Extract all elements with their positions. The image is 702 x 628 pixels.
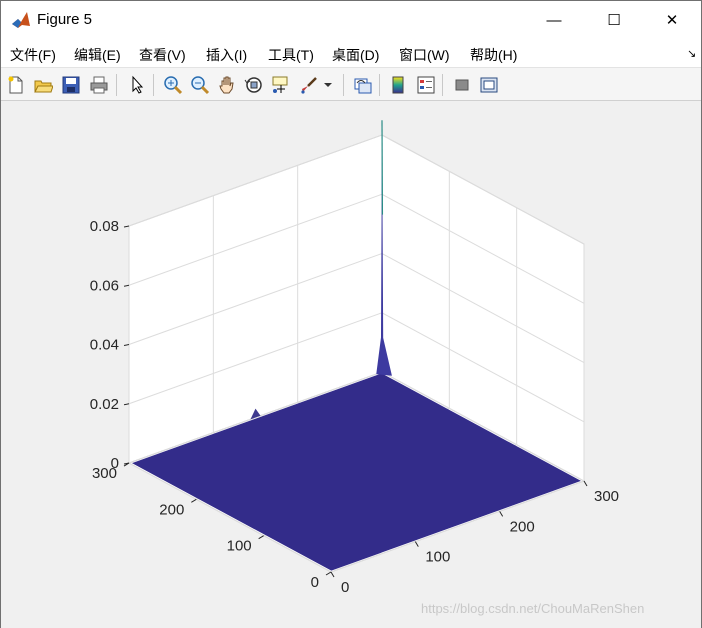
figure-toolbar — [1, 67, 701, 101]
menu-insert[interactable]: 插入(I) — [206, 45, 247, 65]
new-figure-icon — [8, 76, 23, 94]
x-tick-label: 200 — [510, 518, 535, 535]
hide-plot-tools-button[interactable] — [450, 73, 474, 97]
x-tick — [330, 571, 335, 578]
link-plot-icon — [354, 78, 372, 94]
pan-icon — [219, 76, 234, 94]
y-tick-label: 0 — [311, 574, 319, 591]
menu-help[interactable]: 帮助(H) — [470, 45, 517, 65]
title-bar[interactable]: Figure 5 — ☐ ✕ — [1, 1, 701, 39]
x-tick-label: 100 — [425, 549, 450, 566]
zoom-out-icon — [191, 76, 210, 95]
print-button[interactable] — [87, 73, 111, 97]
x-tick — [414, 541, 419, 547]
toolbar-separator — [442, 74, 443, 96]
zoom-in-button[interactable] — [161, 73, 185, 97]
show-plot-tools-button[interactable] — [477, 73, 501, 97]
x-tick-label: 300 — [594, 488, 619, 505]
colorbar-icon — [392, 76, 404, 94]
pointer-icon — [132, 75, 144, 94]
menu-file[interactable]: 文件(F) — [10, 45, 56, 65]
minimize-icon: — — [546, 11, 562, 29]
menu-edit[interactable]: 编辑(E) — [74, 45, 121, 65]
menu-desktop[interactable]: 桌面(D) — [332, 45, 379, 65]
hide-plot-tools-icon — [455, 79, 469, 91]
x-tick — [583, 480, 588, 487]
legend-icon — [417, 76, 435, 94]
matlab-icon — [11, 10, 31, 30]
close-icon: ✕ — [665, 12, 679, 29]
toolbar-separator — [153, 74, 154, 96]
menu-overflow-icon[interactable]: ↘ — [687, 47, 696, 60]
menu-tools[interactable]: 工具(T) — [268, 45, 314, 65]
z-tick-label: 0.04 — [90, 337, 119, 354]
x-tick — [499, 511, 504, 517]
brush-dropdown[interactable] — [321, 73, 335, 97]
z-tick-label: 0.06 — [90, 277, 119, 294]
save-button[interactable] — [59, 73, 83, 97]
rotate-3d-button[interactable] — [242, 73, 266, 97]
toolbar-separator — [116, 74, 117, 96]
maximize-button[interactable]: ☐ — [591, 1, 637, 39]
menu-view[interactable]: 查看(V) — [139, 45, 186, 65]
brush-button[interactable] — [297, 73, 321, 97]
toolbar-separator — [379, 74, 380, 96]
y-tick-label: 300 — [92, 465, 117, 482]
minimize-button[interactable]: — — [531, 1, 577, 39]
z-tick — [123, 284, 130, 287]
z-tick — [123, 403, 130, 406]
watermark: https://blog.csdn.net/ChouMaRenShen — [421, 601, 645, 616]
y-tick — [258, 535, 264, 540]
open-icon — [34, 80, 53, 93]
maximize-icon: ☐ — [607, 12, 621, 29]
zoom-out-button[interactable] — [188, 73, 212, 97]
menu-window[interactable]: 窗口(W) — [399, 45, 450, 65]
close-button[interactable]: ✕ — [649, 1, 695, 39]
legend-button[interactable] — [414, 73, 438, 97]
x-tick-label: 0 — [341, 579, 349, 596]
rotate-3d-icon — [244, 77, 262, 93]
z-tick — [123, 225, 130, 228]
data-cursor-button[interactable] — [269, 73, 293, 97]
save-icon — [62, 76, 80, 94]
figure-canvas[interactable]: 0 0.02 0.04 0.06 0.08 0 100 200 300 0 100 200 300 — [1, 102, 701, 628]
chevron-down-icon — [324, 83, 332, 87]
y-tick-label: 200 — [159, 501, 184, 518]
y-tick-label: 100 — [227, 538, 252, 555]
link-plot-button[interactable] — [351, 73, 375, 97]
data-cursor-icon — [272, 76, 288, 93]
figure-window: Figure 5 — ☐ ✕ 文件(F) 编辑(E) 查看(V) 插入(I) 工… — [0, 0, 702, 628]
brush-icon — [301, 77, 317, 94]
pan-button[interactable] — [215, 73, 239, 97]
surface-plot[interactable]: 00.020.040.060.0801002003000100200300 — [1, 102, 701, 628]
z-tick — [123, 344, 130, 347]
window-title: Figure 5 — [37, 11, 93, 28]
colorbar-button[interactable] — [386, 73, 410, 97]
open-button[interactable] — [31, 73, 55, 97]
y-tick — [191, 498, 197, 503]
toolbar-separator — [343, 74, 344, 96]
print-icon — [90, 76, 108, 94]
pointer-button[interactable] — [125, 73, 149, 97]
z-tick-label: 0.08 — [90, 218, 119, 235]
menu-bar: 文件(F) 编辑(E) 查看(V) 插入(I) 工具(T) 桌面(D) 窗口(W… — [1, 39, 701, 67]
new-figure-button[interactable] — [4, 73, 28, 97]
zoom-in-icon — [164, 76, 183, 95]
y-tick — [325, 571, 332, 576]
show-plot-tools-icon — [480, 77, 498, 93]
z-tick-label: 0.02 — [90, 396, 119, 413]
